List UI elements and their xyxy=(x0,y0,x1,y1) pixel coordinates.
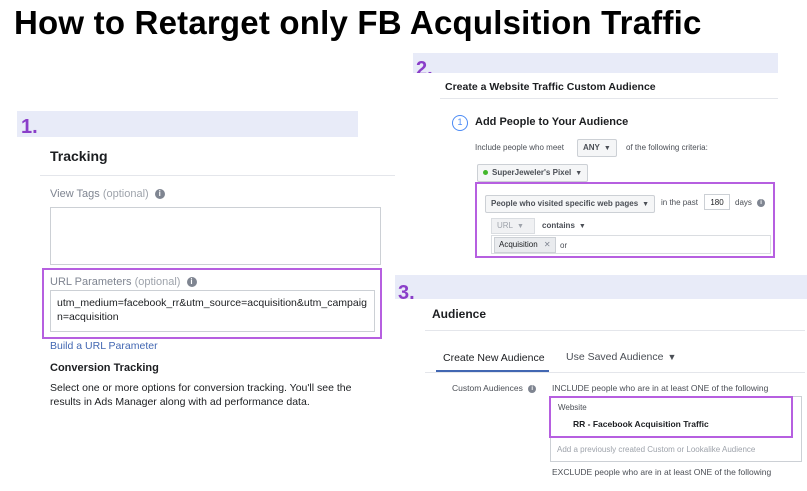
step-number-1: 1. xyxy=(21,116,38,138)
info-icon[interactable]: i xyxy=(757,198,766,207)
url-params-field[interactable]: utm_medium=facebook_rr&utm_source=acquis… xyxy=(50,290,375,332)
url-field[interactable]: URL ▼ xyxy=(491,218,535,234)
step-number-3: 3. xyxy=(398,282,415,304)
panel3-band xyxy=(395,275,807,299)
tracking-heading: Tracking xyxy=(50,148,108,164)
info-icon[interactable]: i xyxy=(186,277,197,288)
or-label: or xyxy=(560,241,568,250)
selected-audience[interactable]: RR - Facebook Acquisition Traffic xyxy=(573,419,709,429)
url-chip[interactable]: Acquisition ✕ xyxy=(494,237,556,253)
caret-down-icon: ▼ xyxy=(642,201,650,208)
rule-select[interactable]: People who visited specific web pages ▼ xyxy=(485,195,656,213)
caret-down-icon: ▼ xyxy=(667,352,677,362)
audience-heading: Audience xyxy=(432,307,487,321)
caret-down-icon: ▼ xyxy=(575,170,583,177)
in-past-label: in the past xyxy=(661,198,698,207)
include-text: Include people who meet xyxy=(475,143,564,152)
caret-down-icon: ▼ xyxy=(578,223,586,230)
status-dot-icon xyxy=(483,170,488,176)
build-url-parameter-link[interactable]: Build a URL Parameter xyxy=(50,340,158,352)
page-title: How to Retarget only FB Acqulsition Traf… xyxy=(14,4,702,41)
criteria-text: of the following criteria: xyxy=(626,143,708,152)
tab-create-new-audience[interactable]: Create New Audience xyxy=(443,352,545,364)
custom-audiences-label: Custom Audiences i xyxy=(452,383,537,393)
divider xyxy=(425,372,805,373)
divider xyxy=(440,98,778,99)
view-tags-label: View Tags (optional) i xyxy=(50,188,165,200)
caret-down-icon: ▼ xyxy=(517,223,524,230)
view-tags-field[interactable] xyxy=(50,207,381,265)
info-icon[interactable]: i xyxy=(528,384,537,393)
conversion-tracking-description: Select one or more options for conversio… xyxy=(50,382,352,408)
days-label: days i xyxy=(735,198,766,207)
any-select[interactable]: ANY ▼ xyxy=(577,139,617,157)
divider xyxy=(40,175,395,176)
tab-use-saved-audience[interactable]: Use Saved Audience ▼ xyxy=(566,351,676,363)
contains-select[interactable]: contains ▼ xyxy=(537,218,591,234)
add-people-title: Add People to Your Audience xyxy=(475,116,629,128)
divider xyxy=(425,330,805,331)
panel1-band xyxy=(17,111,358,137)
days-input[interactable]: 180 xyxy=(704,194,730,210)
audience-panel xyxy=(425,299,807,491)
url-params-label: URL Parameters (optional) i xyxy=(50,276,197,288)
close-icon[interactable]: ✕ xyxy=(544,240,551,249)
custom-audience-heading: Create a Website Traffic Custom Audience xyxy=(445,81,656,93)
caret-down-icon: ▼ xyxy=(603,145,611,152)
step-circle: 1 xyxy=(452,115,468,131)
conversion-tracking-heading: Conversion Tracking xyxy=(50,362,159,374)
website-caption: Website xyxy=(558,403,587,412)
add-audience-input[interactable]: Add a previously created Custom or Looka… xyxy=(557,445,755,454)
info-icon[interactable]: i xyxy=(154,189,165,200)
include-criteria-text: INCLUDE people who are in at least ONE o… xyxy=(552,383,769,393)
exclude-criteria-text: EXCLUDE people who are in at least ONE o… xyxy=(552,467,772,477)
pixel-select[interactable]: SuperJeweler's Pixel ▼ xyxy=(477,164,589,182)
